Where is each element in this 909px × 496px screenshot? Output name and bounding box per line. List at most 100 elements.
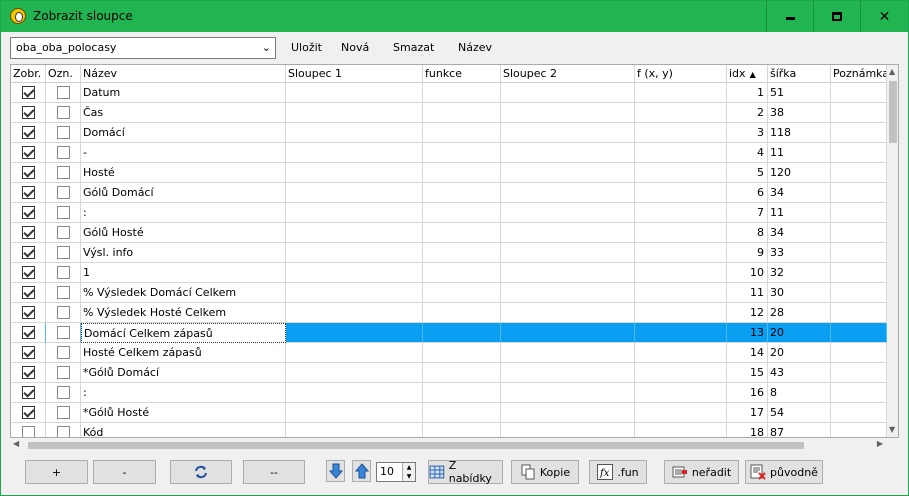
col-fxy-cell[interactable] xyxy=(635,203,727,223)
col-mark-cell[interactable] xyxy=(46,303,81,323)
move-up-button[interactable] xyxy=(352,460,371,482)
horizontal-scroll-thumb[interactable] xyxy=(28,442,804,449)
col-mark-cell[interactable] xyxy=(46,323,81,343)
col-show-cell[interactable] xyxy=(11,103,46,123)
col-idx-cell[interactable]: 9 xyxy=(727,243,768,263)
col-width-cell[interactable]: 20 xyxy=(768,323,831,343)
col-mark-cell[interactable] xyxy=(46,223,81,243)
function-button[interactable]: fx .fun xyxy=(589,460,647,484)
refresh-button[interactable] xyxy=(170,460,232,484)
col-idx-cell[interactable]: 17 xyxy=(727,403,768,423)
col-note-cell[interactable] xyxy=(831,323,887,343)
col-show-cell[interactable] xyxy=(11,303,46,323)
step-up-icon[interactable]: ▲ xyxy=(402,463,415,472)
clear-button[interactable]: -- xyxy=(243,460,305,484)
show-checkbox[interactable] xyxy=(22,426,35,437)
col-fxy-cell[interactable] xyxy=(635,183,727,203)
col-note-cell[interactable] xyxy=(831,423,887,437)
mark-checkbox[interactable] xyxy=(57,146,70,159)
col-column2-cell[interactable] xyxy=(501,363,635,383)
col-function-cell[interactable] xyxy=(423,123,501,143)
col-show-cell[interactable] xyxy=(11,343,46,363)
col-fxy-cell[interactable] xyxy=(635,403,727,423)
show-checkbox[interactable] xyxy=(22,406,35,419)
col-fxy-cell[interactable] xyxy=(635,143,727,163)
col-idx-cell[interactable]: 10 xyxy=(727,263,768,283)
col-function-cell[interactable] xyxy=(423,103,501,123)
col-column2-cell[interactable] xyxy=(501,103,635,123)
col-note-cell[interactable] xyxy=(831,123,887,143)
col-idx-cell[interactable]: 2 xyxy=(727,103,768,123)
col-name-cell[interactable]: Hosté xyxy=(81,163,286,183)
table-row[interactable]: - 4 11 xyxy=(11,143,887,163)
mark-checkbox[interactable] xyxy=(57,386,70,399)
col-column1-cell[interactable] xyxy=(286,103,423,123)
show-checkbox[interactable] xyxy=(22,246,35,259)
col-width-cell[interactable]: 118 xyxy=(768,123,831,143)
table-row[interactable]: : 7 11 xyxy=(11,203,887,223)
save-button[interactable]: Uložit xyxy=(291,41,322,54)
col-fxy-cell[interactable] xyxy=(635,163,727,183)
table-row[interactable]: % Výsledek Domácí Celkem 11 30 xyxy=(11,283,887,303)
unsort-button[interactable]: neřadit xyxy=(664,460,739,484)
col-function-cell[interactable] xyxy=(423,363,501,383)
table-row[interactable]: Hosté 5 120 xyxy=(11,163,887,183)
show-checkbox[interactable] xyxy=(22,306,35,319)
col-function-cell[interactable] xyxy=(423,83,501,103)
col-mark-header[interactable]: Ozn. xyxy=(46,65,81,83)
scroll-down-icon[interactable]: ▼ xyxy=(889,425,895,434)
col-note-cell[interactable] xyxy=(831,303,887,323)
col-fxy-cell[interactable] xyxy=(635,263,727,283)
mark-checkbox[interactable] xyxy=(57,426,70,437)
col-idx-header[interactable]: idx ▲ xyxy=(727,65,768,83)
col-column2-cell[interactable] xyxy=(501,83,635,103)
col-column1-cell[interactable] xyxy=(286,143,423,163)
col-column2-cell[interactable] xyxy=(501,143,635,163)
vertical-scrollbar[interactable]: ▲ ▼ xyxy=(887,65,898,437)
table-row[interactable]: % Výsledek Hosté Celkem 12 28 xyxy=(11,303,887,323)
col-name-cell[interactable]: % Výsledek Domácí Celkem xyxy=(81,283,286,303)
col-fxy-header[interactable]: f (x, y) xyxy=(635,65,727,83)
col-column1-cell[interactable] xyxy=(286,403,423,423)
col-note-cell[interactable] xyxy=(831,83,887,103)
col-column2-cell[interactable] xyxy=(501,423,635,437)
col-idx-cell[interactable]: 4 xyxy=(727,143,768,163)
col-function-header[interactable]: funkce xyxy=(423,65,501,83)
mark-checkbox[interactable] xyxy=(57,326,70,339)
move-down-button[interactable] xyxy=(326,460,345,482)
col-show-cell[interactable] xyxy=(11,383,46,403)
horizontal-scrollbar[interactable]: ◀ ▶ xyxy=(10,438,886,452)
col-column2-cell[interactable] xyxy=(501,263,635,283)
col-note-cell[interactable] xyxy=(831,283,887,303)
col-mark-cell[interactable] xyxy=(46,263,81,283)
table-row[interactable]: *Gólů Domácí 15 43 xyxy=(11,363,887,383)
col-fxy-cell[interactable] xyxy=(635,283,727,303)
col-idx-cell[interactable]: 1 xyxy=(727,83,768,103)
col-width-cell[interactable]: 43 xyxy=(768,363,831,383)
col-column2-cell[interactable] xyxy=(501,203,635,223)
col-column2-cell[interactable] xyxy=(501,123,635,143)
col-note-cell[interactable] xyxy=(831,163,887,183)
col-note-cell[interactable] xyxy=(831,223,887,243)
col-column2-cell[interactable] xyxy=(501,303,635,323)
col-function-cell[interactable] xyxy=(423,423,501,437)
show-checkbox[interactable] xyxy=(22,326,35,339)
col-mark-cell[interactable] xyxy=(46,103,81,123)
col-name-cell[interactable]: Výsl. info xyxy=(81,243,286,263)
col-fxy-cell[interactable] xyxy=(635,343,727,363)
col-name-header[interactable]: Název xyxy=(81,65,286,83)
mark-checkbox[interactable] xyxy=(57,126,70,139)
show-checkbox[interactable] xyxy=(22,146,35,159)
col-idx-cell[interactable]: 8 xyxy=(727,223,768,243)
table-row[interactable]: : 16 8 xyxy=(11,383,887,403)
col-idx-cell[interactable]: 12 xyxy=(727,303,768,323)
col-show-cell[interactable] xyxy=(11,323,46,343)
col-mark-cell[interactable] xyxy=(46,383,81,403)
col-note-cell[interactable] xyxy=(831,203,887,223)
col-column1-cell[interactable] xyxy=(286,263,423,283)
col-width-cell[interactable]: 51 xyxy=(768,83,831,103)
col-column2-cell[interactable] xyxy=(501,163,635,183)
col-idx-cell[interactable]: 7 xyxy=(727,203,768,223)
col-fxy-cell[interactable] xyxy=(635,243,727,263)
col-show-cell[interactable] xyxy=(11,283,46,303)
